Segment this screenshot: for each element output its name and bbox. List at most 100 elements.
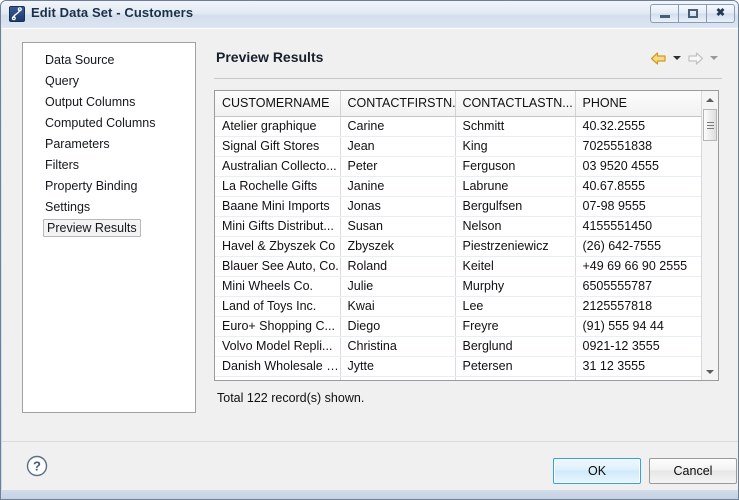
- minimize-button[interactable]: [650, 4, 679, 23]
- cell-contactlastname: Nelson: [455, 216, 576, 237]
- sidebar-item-label: Parameters: [45, 137, 110, 151]
- cell-contactfirstname: Mary: [340, 376, 456, 380]
- help-button[interactable]: ?: [25, 454, 49, 478]
- column-header-contactlastname[interactable]: CONTACTLASTN...: [455, 91, 576, 117]
- grip-line: [706, 121, 714, 123]
- back-dropdown-button[interactable]: [670, 48, 683, 68]
- sidebar-item-computed-columns[interactable]: Computed Columns: [23, 113, 195, 134]
- table-row[interactable]: Blauer See Auto, Co. Roland Keitel +49 6…: [215, 256, 703, 277]
- window-title: Edit Data Set - Customers: [31, 5, 194, 20]
- table-row[interactable]: Danish Wholesale I... Jytte Petersen 31 …: [215, 356, 703, 377]
- table-row[interactable]: Mini Wheels Co. Julie Murphy 6505555787: [215, 276, 703, 297]
- cell-customername: Atelier graphique: [215, 116, 341, 137]
- cell-contactlastname: Lee: [455, 296, 576, 317]
- sidebar-item-label: Data Source: [45, 53, 115, 67]
- column-header-contactfirstname[interactable]: CONTACTFIRSTN...: [340, 91, 456, 117]
- record-count-status: Total 122 record(s) shown.: [217, 391, 365, 405]
- cell-contactfirstname: Roland: [340, 256, 456, 277]
- cell-customername: Baane Mini Imports: [215, 196, 341, 217]
- table-row[interactable]: Mini Gifts Distribut... Susan Nelson 415…: [215, 216, 703, 237]
- table-row[interactable]: Baane Mini Imports Jonas Bergulfsen 07-9…: [215, 196, 703, 217]
- table-row[interactable]: Volvo Model Repli... Christina Berglund …: [215, 336, 703, 357]
- table-row[interactable]: Saveley & Henriot, ... Mary Saveley 78.3…: [215, 376, 703, 380]
- table-row[interactable]: Euro+ Shopping C... Diego Freyre (91) 55…: [215, 316, 703, 337]
- cell-phone: 31 12 3555: [575, 356, 703, 377]
- back-arrow-icon: [650, 51, 666, 65]
- table-row[interactable]: La Rochelle Gifts Janine Labrune 40.67.8…: [215, 176, 703, 197]
- sidebar-item-label: Filters: [45, 158, 80, 172]
- column-header-customername[interactable]: CUSTOMERNAME: [215, 91, 341, 117]
- cell-phone: 07-98 9555: [575, 196, 703, 217]
- window-bottom-edge: [2, 490, 738, 499]
- sidebar-item-data-source[interactable]: Data Source: [23, 50, 195, 71]
- cell-customername: Mini Gifts Distribut...: [215, 216, 341, 237]
- sidebar-item-property-binding[interactable]: Property Binding: [23, 176, 195, 197]
- back-button[interactable]: [647, 48, 669, 68]
- page-title: Preview Results: [216, 49, 324, 65]
- sidebar-item-filters[interactable]: Filters: [23, 155, 195, 176]
- table-row[interactable]: Australian Collecto... Peter Ferguson 03…: [215, 156, 703, 177]
- dialog-button-bar: ? OK Cancel: [2, 441, 738, 491]
- svg-text:?: ?: [33, 459, 41, 474]
- sidebar-item-query[interactable]: Query: [23, 71, 195, 92]
- cell-contactfirstname: Zbyszek: [340, 236, 456, 257]
- cell-customername: Euro+ Shopping C...: [215, 316, 341, 337]
- cell-phone: 4155551450: [575, 216, 703, 237]
- cell-phone: +49 69 66 90 2555: [575, 256, 703, 277]
- maximize-icon: [679, 5, 706, 22]
- cell-phone: 6505555787: [575, 276, 703, 297]
- sidebar-item-label: Query: [45, 74, 80, 88]
- grip-line: [706, 124, 714, 126]
- table-row[interactable]: Atelier graphique Carine Schmitt 40.32.2…: [215, 116, 703, 137]
- cell-phone: 78.32.5555: [575, 376, 703, 380]
- ok-button[interactable]: OK: [553, 458, 641, 484]
- cell-phone: (26) 642-7555: [575, 236, 703, 257]
- maximize-button[interactable]: [678, 4, 707, 23]
- cell-contactlastname: Bergulfsen: [455, 196, 576, 217]
- table-row[interactable]: Signal Gift Stores Jean King 7025551838: [215, 136, 703, 157]
- grip-line: [706, 127, 714, 129]
- table-row[interactable]: Land of Toys Inc. Kwai Lee 2125557818: [215, 296, 703, 317]
- scrollbar-thumb[interactable]: [703, 109, 717, 141]
- sidebar-item-output-columns[interactable]: Output Columns: [23, 92, 195, 113]
- cell-contactlastname: Freyre: [455, 316, 576, 337]
- cell-customername: Havel & Zbyszek Co: [215, 236, 341, 257]
- table-body: Atelier graphique Carine Schmitt 40.32.2…: [215, 116, 703, 380]
- cell-phone: 2125557818: [575, 296, 703, 317]
- sidebar-item-label: Settings: [45, 200, 91, 214]
- cell-customername: Australian Collecto...: [215, 156, 341, 177]
- column-header-phone[interactable]: PHONE: [575, 91, 703, 117]
- sidebar-panel: Data Source Query Output Columns Compute…: [22, 42, 196, 413]
- table-header-row: CUSTOMERNAME CONTACTFIRSTN... CONTACTLAS…: [215, 91, 703, 117]
- cell-customername: Danish Wholesale I...: [215, 356, 341, 377]
- sidebar-item-parameters[interactable]: Parameters: [23, 134, 195, 155]
- cell-phone: 40.67.8555: [575, 176, 703, 197]
- sidebar-item-settings[interactable]: Settings: [23, 197, 195, 218]
- cancel-button[interactable]: Cancel: [649, 458, 737, 484]
- close-button[interactable]: ✖: [706, 4, 735, 23]
- scroll-up-icon: [706, 97, 714, 102]
- help-icon: ?: [26, 455, 48, 477]
- cell-customername: Blauer See Auto, Co.: [215, 256, 341, 277]
- sidebar-item-preview-results[interactable]: Preview Results: [23, 218, 195, 239]
- scroll-up-button[interactable]: [702, 91, 718, 108]
- forward-dropdown-button[interactable]: [707, 48, 720, 68]
- forward-button[interactable]: [684, 48, 706, 68]
- results-table-container: CUSTOMERNAME CONTACTFIRSTN... CONTACTLAS…: [214, 90, 719, 381]
- cell-contactfirstname: Carine: [340, 116, 456, 137]
- preview-results-pane: Preview Results CUSTOMERNAME CONTACTFIRS…: [214, 42, 722, 413]
- data-set-icon: [9, 6, 25, 22]
- cell-phone: 7025551838: [575, 136, 703, 157]
- cell-contactfirstname: Jytte: [340, 356, 456, 377]
- scroll-down-icon: [706, 369, 714, 374]
- cell-contactlastname: Schmitt: [455, 116, 576, 137]
- scroll-down-button[interactable]: [702, 363, 718, 380]
- cell-customername: Land of Toys Inc.: [215, 296, 341, 317]
- sidebar-item-label: Preview Results: [43, 219, 141, 237]
- table-vertical-scrollbar[interactable]: [701, 91, 718, 380]
- cell-customername: Mini Wheels Co.: [215, 276, 341, 297]
- close-icon: ✖: [715, 7, 726, 19]
- cell-phone: (91) 555 94 44: [575, 316, 703, 337]
- window-controls: ✖: [650, 4, 735, 23]
- table-row[interactable]: Havel & Zbyszek Co Zbyszek Piestrzeniewi…: [215, 236, 703, 257]
